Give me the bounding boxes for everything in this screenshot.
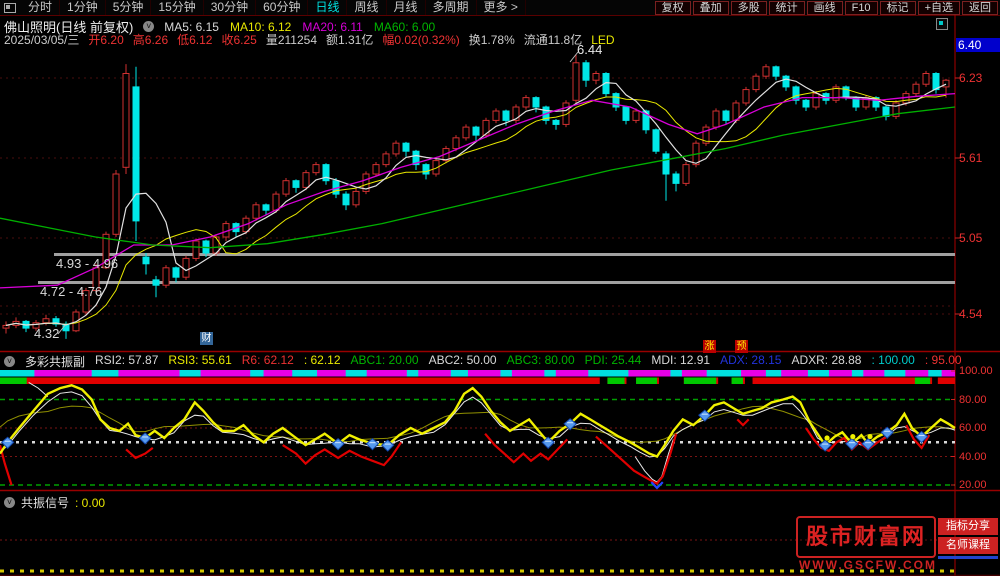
- collapse-chevron-icon[interactable]: ˅: [4, 497, 15, 508]
- indicator-token-2: RSI3: 55.61: [168, 353, 232, 367]
- indicator-token-13: : 95.00: [924, 353, 962, 367]
- indicator-token-5: ABC1: 20.00: [350, 353, 419, 367]
- watermark-badge-2: 名师课程: [938, 537, 998, 554]
- candlestick-series: [2, 51, 950, 339]
- price-axis-label-3: 4.54: [959, 307, 983, 321]
- indicator-token-1: RSI2: 57.87: [95, 353, 159, 367]
- signal-name: 共振信号: [21, 496, 70, 510]
- watermark-badge-1: 指标分享: [938, 518, 998, 535]
- ohlc-token-1: 开6.20: [88, 33, 124, 47]
- ohlc-token-7: 幅0.02(0.32%): [382, 33, 460, 47]
- indicator-token-12: : 100.00: [871, 353, 915, 367]
- signal-value: : 0.00: [75, 495, 106, 510]
- indicator-token-9: MDI: 12.91: [651, 353, 711, 367]
- indicator-scale-label-2: 60.00: [959, 422, 987, 434]
- indicator-token-11: ADXR: 28.88: [791, 353, 862, 367]
- indicator-token-3: R6: 62.12: [241, 353, 294, 367]
- indicator-token-8: PDI: 25.44: [584, 353, 642, 367]
- price-axis-label-1: 5.61: [959, 151, 983, 165]
- chart-badge-2: 预: [735, 340, 748, 353]
- indicator-scale-label-0: 100.00: [959, 365, 993, 377]
- ohlc-token-4: 收6.25: [221, 33, 257, 47]
- gap-band-1-label: 4.93 - 4.96: [56, 256, 119, 271]
- ma-lines: [0, 78, 956, 326]
- collapse-chevron-icon[interactable]: ˅: [4, 356, 15, 367]
- info-line-2: 2025/03/05/三 开6.20 高6.26 低6.12 收6.25 量211254 额…: [4, 31, 615, 48]
- gap-band-2-label: 4.72 - 4.76: [40, 284, 103, 299]
- price-axis-label-0: 6.23: [959, 71, 983, 85]
- indicator-scale-label-3: 40.00: [959, 450, 987, 463]
- ohlc-token-9: 流通11.8亿: [523, 33, 583, 47]
- watermark-underline: [938, 556, 998, 559]
- chart-badge-0: 财: [200, 332, 213, 345]
- chart-canvas[interactable]: [0, 0, 1000, 576]
- indicator-scale-label-4: 20.00: [959, 479, 987, 491]
- indicator-token-0: 多彩共振副: [25, 355, 86, 369]
- ohlc-token-8: 换1.78%: [468, 33, 515, 47]
- indicator-token-6: ABC2: 50.00: [428, 353, 497, 367]
- chart-badge-1: 涨: [703, 340, 716, 353]
- price-axis-label-2: 5.05: [959, 231, 983, 245]
- indicator-token-4: : 62.12: [303, 353, 341, 367]
- axis-frame: [0, 15, 1000, 576]
- indicator-token-7: ABC3: 80.00: [506, 353, 575, 367]
- layout-toggle-icon[interactable]: [936, 18, 948, 30]
- signal-ribbon: [0, 370, 955, 384]
- trading-app-window: 分时 1分钟 5分钟 15分钟 30分钟 60分钟 日线 周线 月线 多周期 更多 > 复权 叠加 多股…: [0, 0, 1000, 576]
- low-price-annotation: 4.32: [34, 326, 60, 341]
- ohlc-token-5: 量211254: [265, 33, 317, 47]
- indicator-header: ˅ 多彩共振副 RSI2: 57.87 RSI3: 55.61 R6: 62.12 : …: [4, 353, 962, 370]
- peak-price-annotation: 6.44: [577, 42, 603, 57]
- watermark-url: WWW.GSCFW.COM: [799, 558, 937, 572]
- signal-header: ˅ 共振信号 : 0.00: [4, 494, 105, 511]
- diamond-markers: [0, 409, 929, 452]
- watermark-title: 股市财富网: [796, 516, 936, 558]
- ohlc-token-0: 2025/03/05/三: [4, 33, 80, 47]
- indicator-token-10: ADX: 28.15: [720, 353, 782, 367]
- ohlc-token-3: 低6.12: [177, 33, 213, 47]
- last-price-badge: 6.40: [956, 38, 1000, 52]
- ohlc-token-2: 高6.26: [132, 33, 169, 47]
- ohlc-token-6: 额1.31亿: [326, 33, 374, 47]
- indicator-scale-label-1: 80.00: [959, 393, 987, 406]
